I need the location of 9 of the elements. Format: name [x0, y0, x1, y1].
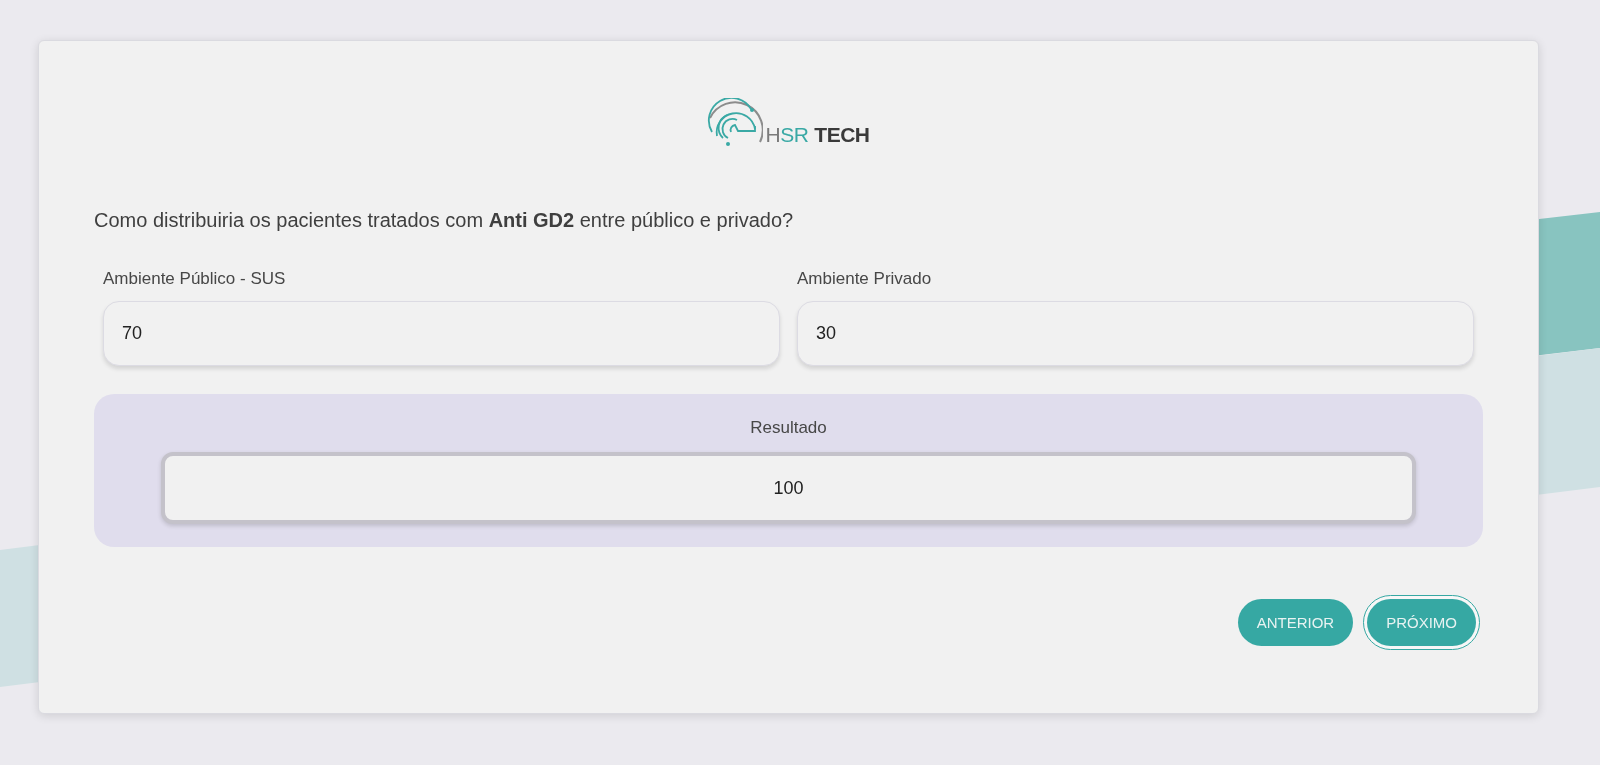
- input-field[interactable]: 30: [797, 301, 1474, 366]
- field-label: Ambiente Privado: [797, 268, 932, 290]
- field-label: Ambiente Público - SUS: [103, 268, 286, 290]
- field-label: Resultado: [750, 417, 827, 439]
- logo-text: TECH: [814, 123, 870, 147]
- logo-text: HSR: [765, 123, 809, 147]
- question-text: Como distribuiria os pacientes tratados com Anti GD2 entre público e privado?: [94, 208, 794, 233]
- result-field[interactable]: 100: [161, 452, 1416, 524]
- input-field[interactable]: 70: [103, 301, 780, 366]
